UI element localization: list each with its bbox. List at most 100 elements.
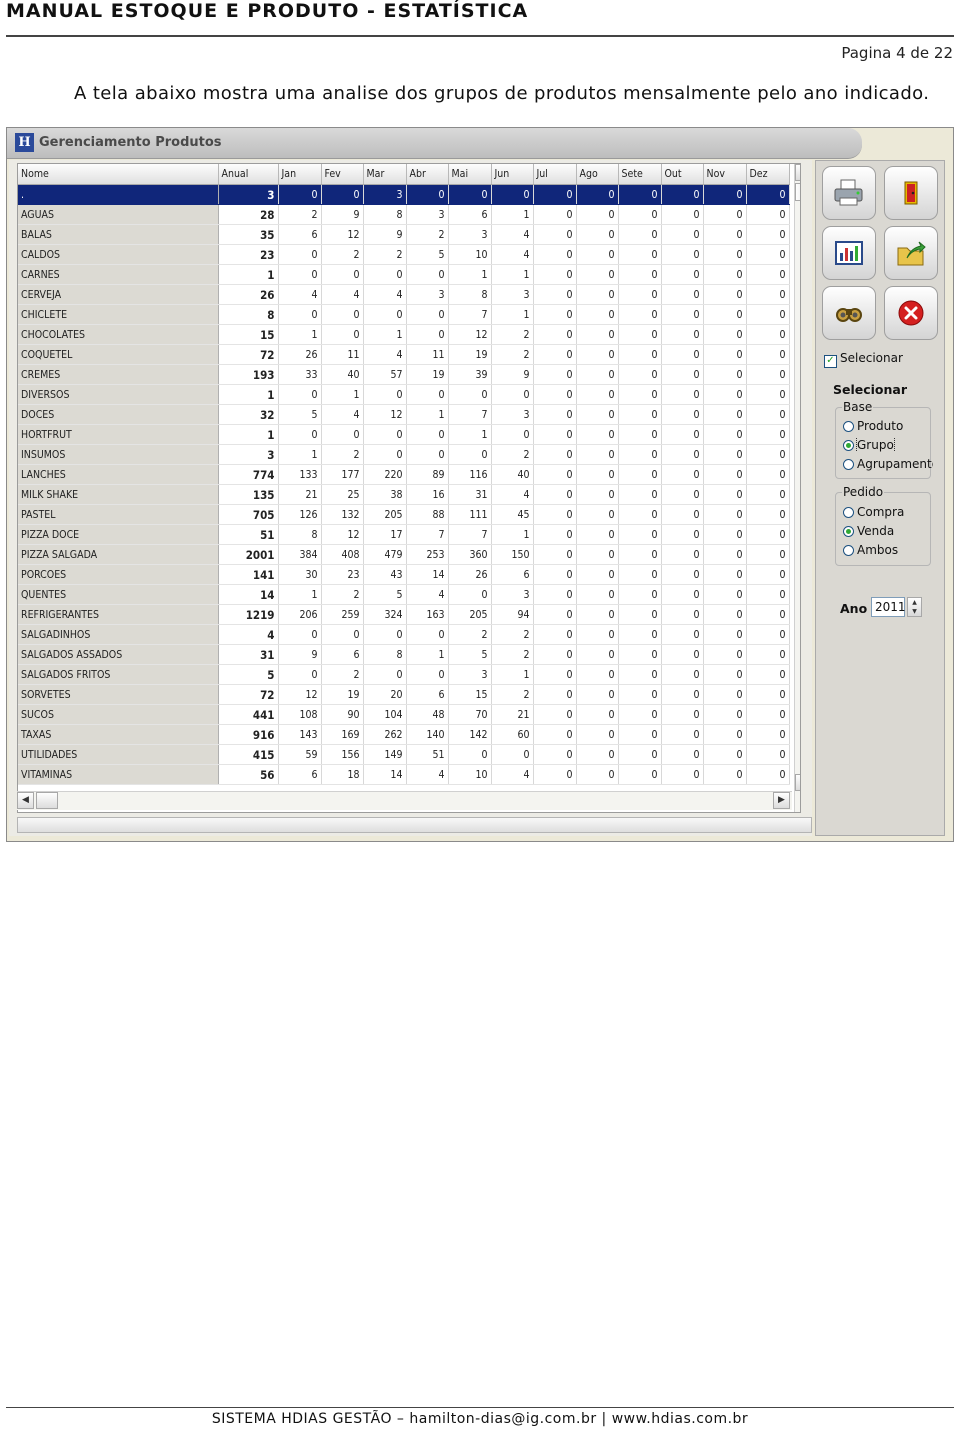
month-value-cell[interactable]: 0 — [618, 544, 662, 565]
annual-total-cell[interactable]: 1 — [218, 264, 279, 285]
month-value-cell[interactable]: 0 — [618, 524, 662, 545]
month-value-cell[interactable]: 177 — [321, 464, 364, 485]
table-row[interactable]: SUCOS 441 108 90 104 48 70 21 0 0 0 0 0 0 — [18, 704, 790, 725]
month-value-cell[interactable]: 8 — [278, 524, 322, 545]
month-value-cell[interactable]: 259 — [321, 604, 364, 625]
month-value-cell[interactable]: 0 — [661, 444, 704, 465]
month-value-cell[interactable]: 0 — [746, 744, 790, 765]
month-value-cell[interactable]: 0 — [703, 624, 747, 645]
month-value-cell[interactable]: 0 — [703, 664, 747, 685]
month-value-cell[interactable]: 0 — [406, 264, 449, 285]
month-value-cell[interactable]: 33 — [278, 364, 322, 385]
month-value-cell[interactable]: 0 — [703, 264, 747, 285]
month-value-cell[interactable]: 0 — [746, 344, 790, 365]
group-name-cell[interactable]: CALDOS — [18, 244, 219, 265]
month-value-cell[interactable]: 0 — [533, 664, 577, 685]
month-value-cell[interactable]: 0 — [703, 764, 747, 785]
month-value-cell[interactable]: 6 — [278, 764, 322, 785]
month-value-cell[interactable]: 0 — [533, 184, 577, 205]
month-value-cell[interactable]: 19 — [448, 344, 492, 365]
annual-total-cell[interactable]: 4 — [218, 624, 279, 645]
month-value-cell[interactable]: 0 — [406, 324, 449, 345]
month-value-cell[interactable]: 0 — [746, 544, 790, 565]
month-value-cell[interactable]: 0 — [533, 524, 577, 545]
month-value-cell[interactable]: 60 — [491, 724, 534, 745]
month-value-cell[interactable]: 2 — [491, 684, 534, 705]
month-value-cell[interactable]: 4 — [406, 764, 449, 785]
month-value-cell[interactable]: 23 — [321, 564, 364, 585]
month-value-cell[interactable]: 48 — [406, 704, 449, 725]
month-value-cell[interactable]: 0 — [703, 504, 747, 525]
month-value-cell[interactable]: 0 — [618, 624, 662, 645]
month-value-cell[interactable]: 0 — [618, 704, 662, 725]
month-value-cell[interactable]: 0 — [618, 684, 662, 705]
month-value-cell[interactable]: 1 — [278, 444, 322, 465]
month-value-cell[interactable]: 3 — [491, 284, 534, 305]
month-value-cell[interactable]: 0 — [661, 504, 704, 525]
month-value-cell[interactable]: 0 — [576, 504, 619, 525]
month-value-cell[interactable]: 0 — [576, 764, 619, 785]
month-value-cell[interactable]: 0 — [661, 464, 704, 485]
month-value-cell[interactable]: 0 — [533, 224, 577, 245]
month-value-cell[interactable]: 149 — [363, 744, 407, 765]
table-row[interactable]: PIZZA SALGADA 2001 384 408 479 253 360 150 0 0 0 0 0… — [18, 544, 790, 565]
group-name-cell[interactable]: REFRIGERANTES — [18, 604, 219, 625]
month-value-cell[interactable]: 0 — [576, 524, 619, 545]
month-value-cell[interactable]: 1 — [448, 264, 492, 285]
annual-total-cell[interactable]: 415 — [218, 744, 279, 765]
group-name-cell[interactable]: SALGADOS FRITOS — [18, 664, 219, 685]
month-value-cell[interactable]: 70 — [448, 704, 492, 725]
month-value-cell[interactable]: 4 — [363, 284, 407, 305]
group-name-cell[interactable]: CERVEJA — [18, 284, 219, 305]
month-value-cell[interactable]: 0 — [618, 364, 662, 385]
annual-total-cell[interactable]: 1 — [218, 384, 279, 405]
horizontal-scroll-thumb[interactable] — [36, 792, 58, 809]
month-value-cell[interactable]: 9 — [278, 644, 322, 665]
month-value-cell[interactable]: 0 — [746, 564, 790, 585]
month-value-cell[interactable]: 12 — [321, 524, 364, 545]
month-value-cell[interactable]: 26 — [278, 344, 322, 365]
annual-total-cell[interactable]: 8 — [218, 304, 279, 325]
month-value-cell[interactable]: 0 — [576, 544, 619, 565]
month-value-cell[interactable]: 0 — [576, 284, 619, 305]
month-value-cell[interactable]: 20 — [363, 684, 407, 705]
month-value-cell[interactable]: 384 — [278, 544, 322, 565]
month-value-cell[interactable]: 0 — [618, 284, 662, 305]
radio-ambos[interactable]: Ambos — [843, 543, 933, 557]
month-value-cell[interactable]: 4 — [321, 284, 364, 305]
month-value-cell[interactable]: 0 — [576, 684, 619, 705]
month-value-cell[interactable]: 3 — [406, 204, 449, 225]
group-name-cell[interactable]: SALGADOS ASSADOS — [18, 644, 219, 665]
month-value-cell[interactable]: 0 — [746, 244, 790, 265]
month-value-cell[interactable]: 0 — [533, 284, 577, 305]
month-value-cell[interactable]: 0 — [576, 264, 619, 285]
annual-total-cell[interactable]: 441 — [218, 704, 279, 725]
table-row[interactable]: CHICLETE 8 0 0 0 0 7 1 0 0 0 0 0 0 — [18, 304, 790, 325]
month-value-cell[interactable]: 0 — [406, 304, 449, 325]
month-value-cell[interactable]: 0 — [703, 584, 747, 605]
month-value-cell[interactable]: 0 — [703, 224, 747, 245]
annual-total-cell[interactable]: 14 — [218, 584, 279, 605]
table-row[interactable]: HORTFRUT 1 0 0 0 0 1 0 0 0 0 0 0 0 — [18, 424, 790, 445]
month-value-cell[interactable]: 2 — [491, 444, 534, 465]
month-value-cell[interactable]: 0 — [661, 724, 704, 745]
month-value-cell[interactable]: 0 — [618, 604, 662, 625]
table-row[interactable]: SALGADOS FRITOS 5 0 2 0 0 3 1 0 0 0 0 0 0 — [18, 664, 790, 685]
table-row[interactable]: SALGADOS ASSADOS 31 9 6 8 1 5 2 0 0 0 0 0 0 — [18, 644, 790, 665]
month-value-cell[interactable]: 4 — [278, 284, 322, 305]
month-value-cell[interactable]: 5 — [448, 644, 492, 665]
annual-total-cell[interactable]: 15 — [218, 324, 279, 345]
month-value-cell[interactable]: 0 — [703, 344, 747, 365]
group-name-cell[interactable]: TAXAS — [18, 724, 219, 745]
month-value-cell[interactable]: 40 — [321, 364, 364, 385]
month-value-cell[interactable]: 0 — [533, 404, 577, 425]
month-value-cell[interactable]: 1 — [321, 384, 364, 405]
month-value-cell[interactable]: 5 — [363, 584, 407, 605]
month-value-cell[interactable]: 0 — [278, 624, 322, 645]
month-value-cell[interactable]: 51 — [406, 744, 449, 765]
column-header[interactable]: Nome — [18, 164, 219, 185]
month-value-cell[interactable]: 0 — [703, 304, 747, 325]
group-name-cell[interactable]: UTILIDADES — [18, 744, 219, 765]
month-value-cell[interactable]: 0 — [618, 344, 662, 365]
month-value-cell[interactable]: 0 — [533, 444, 577, 465]
